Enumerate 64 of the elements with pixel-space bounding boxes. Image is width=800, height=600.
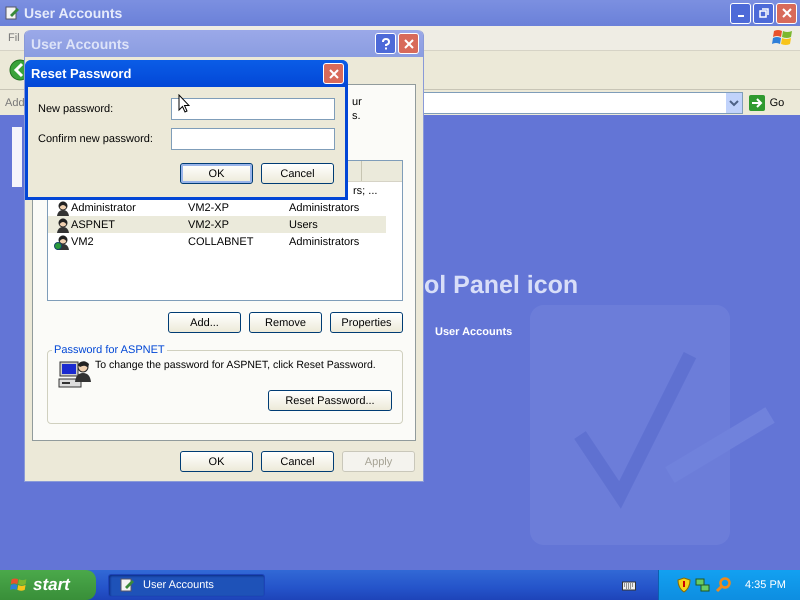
start-button[interactable]: start (0, 570, 96, 600)
minimize-icon (738, 15, 744, 17)
section-heading: ol Panel icon (424, 271, 578, 300)
user-icon (54, 216, 70, 232)
close-icon (782, 8, 792, 18)
restore-button[interactable] (753, 2, 774, 24)
field-label: New password: (38, 103, 114, 115)
dialog-button[interactable]: Cancel (261, 163, 334, 184)
user-row[interactable]: Administrator VM2-XP Administrators (48, 199, 386, 216)
window-title: User Accounts (24, 5, 122, 21)
clock: 4:35 PM (745, 579, 786, 591)
close-icon (328, 68, 338, 78)
network-icon[interactable] (695, 577, 711, 593)
table-cell: VM2 (71, 236, 94, 248)
intro-text: ur (352, 95, 362, 109)
table-cell: Administrator (71, 202, 136, 214)
dialog-title: Reset Password (31, 66, 132, 81)
mouse-cursor-icon (178, 94, 190, 113)
table-cell-text: COLLABNET (188, 236, 254, 248)
table-cell-text: rs; ... (353, 184, 378, 196)
go-arrow-icon (748, 94, 765, 110)
table-cell-text: Administrators (289, 202, 360, 214)
user-row[interactable]: VM2 COLLABNET Administrators (48, 233, 386, 250)
user-row[interactable]: ASPNET VM2-XP Users (48, 216, 386, 233)
question-mark-icon (380, 38, 390, 50)
user-icon (54, 234, 70, 250)
minimize-button[interactable] (730, 2, 751, 24)
password-field[interactable] (171, 98, 335, 120)
address-label: Add (5, 96, 25, 108)
user-icon (54, 200, 70, 216)
close-button[interactable] (323, 63, 344, 84)
go-button[interactable]: Go (748, 94, 784, 110)
taskbar-button[interactable]: User Accounts (108, 574, 265, 596)
list-action-button[interactable]: Properties (330, 312, 403, 333)
windows-flag-icon (772, 28, 794, 48)
menu-item[interactable]: Fil (8, 32, 20, 44)
field-label: Confirm new password: (38, 133, 154, 145)
close-button[interactable] (776, 2, 797, 24)
intro-text: s. (352, 109, 361, 123)
table-cell-text: Users (289, 218, 319, 230)
reset-password-button[interactable]: Reset Password... (268, 390, 392, 411)
window-icon (119, 577, 135, 593)
password-field[interactable] (171, 128, 335, 150)
keyboard-icon[interactable] (622, 579, 636, 591)
group-title: Password for ASPNET (53, 344, 166, 356)
window-icon (4, 5, 20, 21)
restore-icon (758, 8, 768, 18)
dialog-button[interactable]: OK (180, 451, 253, 472)
close-icon (404, 38, 414, 48)
table-cell-text: VM2-XP (188, 218, 230, 230)
list-action-button[interactable]: Remove (249, 312, 322, 333)
dialog-button[interactable]: OK (180, 163, 253, 184)
computer-user-icon (58, 358, 92, 390)
side-panel (12, 127, 22, 187)
user-accounts-link[interactable]: User Accounts (435, 326, 512, 338)
shield-icon[interactable] (677, 577, 691, 593)
list-action-button[interactable]: Add... (168, 312, 241, 333)
table-cell-text: VM2-XP (188, 202, 230, 214)
dialog-title: User Accounts (31, 36, 130, 52)
address-field[interactable] (422, 92, 743, 114)
table-cell: ASPNET (71, 218, 116, 230)
table-cell-text: Administrators (289, 236, 360, 248)
dialog-button[interactable]: Cancel (261, 451, 334, 472)
instruction-text: To change the password for ASPNET, click Reset Password. (95, 359, 376, 371)
